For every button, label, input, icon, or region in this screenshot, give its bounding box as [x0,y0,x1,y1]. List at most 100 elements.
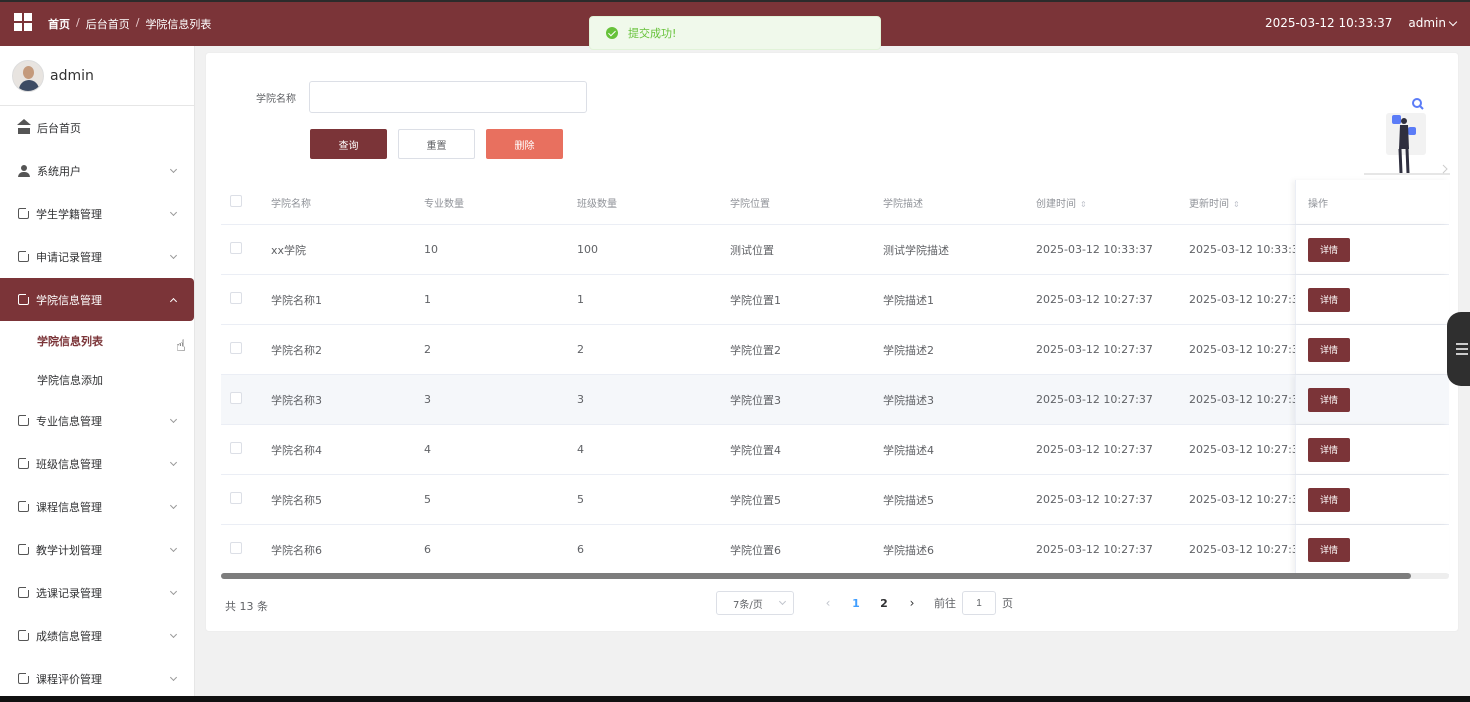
page-number[interactable]: 1 [842,597,870,610]
delete-button[interactable]: 删除 [486,129,563,159]
sidebar: admin 后台首页 系统用户 学生学籍管理 申请记录管理 学院信息管理 学院信… [0,46,195,696]
cell: 2025-03-12 10:33:37 [1036,243,1153,256]
menu-grid-icon[interactable] [14,13,32,31]
success-toast: 提交成功! [589,16,881,50]
row-checkbox[interactable] [230,392,242,404]
cell: 100 [577,243,598,256]
sort-icon[interactable]: ⇕ [1233,200,1240,209]
search-illustration-icon [1364,98,1450,175]
column-header: 学院描述 [883,198,923,210]
sidebar-item-college-info[interactable]: 学院信息管理 [0,278,194,321]
next-page-icon[interactable]: › [898,596,926,610]
cell: 4 [577,443,584,456]
detail-button[interactable]: 详情 [1308,387,1350,412]
document-icon [18,414,30,426]
detail-button[interactable]: 详情 [1308,287,1350,312]
reset-button[interactable]: 重置 [398,129,475,159]
sidebar-item-system-users[interactable]: 系统用户 [0,149,194,192]
sidebar-item-student-records[interactable]: 学生学籍管理 [0,192,194,235]
query-button[interactable]: 查询 [310,129,387,159]
floating-side-tab[interactable] [1447,312,1470,386]
sidebar-subitem-college-add[interactable]: 学院信息添加 [0,360,194,399]
detail-button[interactable]: 详情 [1308,437,1350,462]
detail-button[interactable]: 详情 [1308,487,1350,512]
sidebar-item-label: 系统用户 [37,164,81,178]
college-table: 学院名称 专业数量 班级数量 学院位置 学院描述 创建时间 ⇕ 更新时间 ⇕ 操作 … [221,180,1449,575]
cell: 2025-03-12 10:27:37 [1189,493,1296,506]
user-dropdown[interactable]: admin [1408,16,1458,30]
row-checkbox[interactable] [230,442,242,454]
prev-page-icon[interactable]: ‹ [814,596,842,610]
sidebar-item-teaching-plan[interactable]: 教学计划管理 [0,528,194,571]
cell: 2025-03-12 10:27:37 [1189,343,1296,356]
cell: 学院描述2 [883,343,934,357]
cell: 学院描述6 [883,543,934,557]
user-icon [18,164,30,177]
row-checkbox[interactable] [230,492,242,504]
select-all-checkbox[interactable] [230,194,242,207]
chevron-down-icon [169,587,178,596]
chevron-down-icon [778,597,787,606]
total-count: 共 13 条 [225,600,268,613]
row-checkbox[interactable] [230,342,242,354]
column-header-created[interactable]: 创建时间 ⇕ [1036,195,1189,210]
sidebar-item-course-selection[interactable]: 选课记录管理 [0,571,194,614]
cell: 学院描述4 [883,443,934,457]
column-header: 班级数量 [577,198,617,210]
sidebar-item-class-info[interactable]: 班级信息管理 [0,442,194,485]
column-header-label: 更新时间 [1189,198,1229,210]
document-icon [18,629,30,641]
row-checkbox[interactable] [230,292,242,304]
cell: 测试位置 [730,243,774,257]
sort-icon[interactable]: ⇕ [1080,200,1087,209]
sidebar-item-dashboard[interactable]: 后台首页 [0,106,194,149]
detail-button[interactable]: 详情 [1308,537,1350,562]
table-header: 学院名称 专业数量 班级数量 学院位置 学院描述 创建时间 ⇕ 更新时间 ⇕ 操作 [221,180,1449,225]
breadcrumb-current: 学院信息列表 [145,18,212,31]
chevron-down-icon [1448,17,1458,27]
breadcrumb-dashboard[interactable]: 后台首页 [86,16,130,32]
cell: 4 [424,443,431,456]
cell: 2025-03-12 10:27:37 [1036,493,1153,506]
cell: 2025-03-12 10:27:37 [1036,343,1153,356]
detail-button[interactable]: 详情 [1308,237,1350,262]
scrollbar-thumb[interactable] [221,573,1411,579]
document-icon [18,207,30,219]
table-row: 学院名称3 3 3 学院位置3 学院描述3 2025-03-12 10:27:3… [221,375,1449,425]
breadcrumb: 首页 / 后台首页 / 学院信息列表 [48,16,211,32]
sidebar-item-applications[interactable]: 申请记录管理 [0,235,194,278]
bottom-edge [0,696,1470,702]
row-checkbox[interactable] [230,542,242,554]
cell: 学院位置4 [730,443,781,457]
column-header-updated[interactable]: 更新时间 ⇕ [1189,195,1296,210]
row-checkbox[interactable] [230,242,242,254]
sidebar-subitem-college-list[interactable]: 学院信息列表 [0,321,194,360]
cell: 学院名称6 [271,543,322,557]
cell: xx学院 [271,243,307,257]
cell: 学院位置1 [730,293,781,307]
cell: 2025-03-12 10:27:37 [1189,443,1296,456]
detail-button[interactable]: 详情 [1308,337,1350,362]
sidebar-item-course-evaluation[interactable]: 课程评价管理 [0,657,194,696]
column-header: 操作 [1295,180,1449,224]
table-row: 学院名称2 2 2 学院位置2 学院描述2 2025-03-12 10:27:3… [221,325,1449,375]
cell: 2025-03-12 10:27:37 [1036,293,1153,306]
sidebar-item-major-info[interactable]: 专业信息管理 [0,399,194,442]
chevron-down-icon [169,544,178,553]
cell: 学院名称1 [271,293,322,307]
breadcrumb-home[interactable]: 首页 [48,16,70,32]
cell: 5 [577,493,584,506]
sidebar-item-course-info[interactable]: 课程信息管理 [0,485,194,528]
chevron-down-icon [169,458,178,467]
page-size-select[interactable]: 7条/页 [716,591,794,615]
document-icon [18,586,30,598]
sidebar-item-grades[interactable]: 成绩信息管理 [0,614,194,657]
header-datetime: 2025-03-12 10:33:37 [1264,16,1393,30]
goto-page-input[interactable] [962,591,996,615]
sidebar-item-label: 后台首页 [37,121,81,135]
chevron-down-icon [169,673,178,682]
college-name-search-input[interactable] [309,81,587,113]
horizontal-scrollbar[interactable] [221,573,1449,579]
page-number[interactable]: 2 [870,597,898,610]
sidebar-item-label: 学院信息管理 [36,293,102,307]
